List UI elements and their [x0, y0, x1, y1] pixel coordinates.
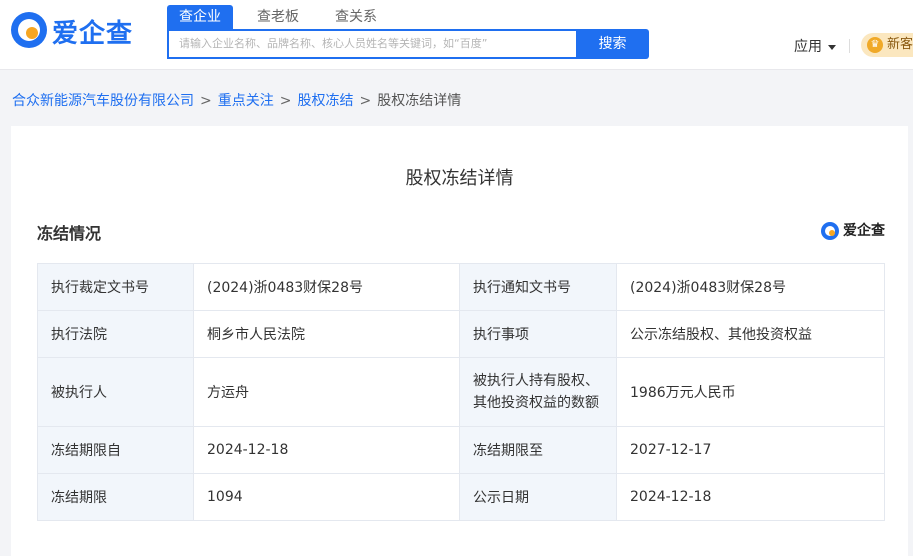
table-cell-label: 执行事项	[459, 310, 617, 358]
breadcrumb: 合众新能源汽车股份有限公司 > 重点关注 > 股权冻结 > 股权冻结详情	[12, 90, 461, 110]
app-menu-dropdown[interactable]: 应用	[794, 36, 836, 56]
top-header: 爱企查 查企业 查老板 查关系 请输入企业名称、品牌名称、核心人员姓名等关键词，…	[0, 0, 913, 70]
table-row: 被执行人 方运舟 被执行人持有股权、 其他投资权益的数额 1986万元人民币	[37, 357, 885, 427]
new-user-badge[interactable]: ♛ 新客	[861, 33, 913, 57]
table-cell-label: 公示日期	[459, 473, 617, 521]
table-cell-value: 1986万元人民币	[616, 357, 885, 427]
detail-card: 股权冻结详情 冻结情况 爱企查 执行裁定文书号 (2024)浙0483财保28号…	[11, 126, 908, 556]
app-menu-label: 应用	[794, 39, 822, 55]
table-cell-label: 执行法院	[37, 310, 194, 358]
crown-icon: ♛	[867, 37, 883, 53]
tab-relation[interactable]: 查关系	[323, 5, 389, 30]
header-divider	[849, 39, 850, 53]
aiqicha-mini-logo-icon	[821, 222, 839, 240]
table-row: 冻结期限自 2024-12-18 冻结期限至 2027-12-17	[37, 426, 885, 474]
table-cell-value: 桐乡市人民法院	[193, 310, 460, 358]
tab-company[interactable]: 查企业	[167, 5, 233, 30]
chevron-down-icon	[828, 44, 836, 50]
breadcrumb-separator: >	[359, 93, 372, 109]
table-cell-label: 执行裁定文书号	[37, 263, 194, 311]
table-cell-value: 方运舟	[193, 357, 460, 427]
table-cell-label-wrapped: 被执行人持有股权、 其他投资权益的数额	[459, 357, 617, 427]
tab-boss[interactable]: 查老板	[245, 5, 311, 30]
table-row: 执行裁定文书号 (2024)浙0483财保28号 执行通知文书号 (2024)浙…	[37, 263, 885, 311]
table-cell-value: 1094	[193, 473, 460, 521]
page-title: 股权冻结详情	[405, 168, 514, 189]
label-line: 被执行人持有股权、	[473, 373, 599, 389]
table-cell-value: 公示冻结股权、其他投资权益	[616, 310, 885, 358]
table-cell-label: 冻结期限至	[459, 426, 617, 474]
table-cell-label: 执行通知文书号	[459, 263, 617, 311]
freeze-info-table: 执行裁定文书号 (2024)浙0483财保28号 执行通知文书号 (2024)浙…	[37, 263, 885, 521]
breadcrumb-current: 股权冻结详情	[377, 93, 462, 109]
section-title: 冻结情况	[37, 224, 102, 243]
watermark-logo: 爱企查	[821, 221, 885, 241]
label-line: 其他投资权益的数额	[473, 395, 599, 411]
table-cell-value: 2024-12-18	[616, 473, 885, 521]
aiqicha-logo-icon[interactable]	[11, 12, 47, 48]
watermark-logo-text: 爱企查	[843, 223, 885, 239]
table-cell-value: (2024)浙0483财保28号	[616, 263, 885, 311]
table-cell-value: 2024-12-18	[193, 426, 460, 474]
search-input[interactable]: 请输入企业名称、品牌名称、核心人员姓名等关键词，如“百度”	[167, 29, 577, 59]
table-row: 执行法院 桐乡市人民法院 执行事项 公示冻结股权、其他投资权益	[37, 310, 885, 358]
breadcrumb-company[interactable]: 合众新能源汽车股份有限公司	[12, 93, 194, 109]
new-user-badge-label: 新客	[887, 37, 913, 52]
table-cell-value: 2027-12-17	[616, 426, 885, 474]
table-row: 冻结期限 1094 公示日期 2024-12-18	[37, 473, 885, 521]
logo-text[interactable]: 爱企查	[52, 13, 133, 50]
table-cell-label: 被执行人	[37, 357, 194, 427]
breadcrumb-separator: >	[279, 93, 292, 109]
breadcrumb-focus[interactable]: 重点关注	[218, 93, 274, 109]
search-button[interactable]: 搜索	[576, 29, 649, 59]
breadcrumb-separator: >	[200, 93, 212, 109]
table-cell-value: (2024)浙0483财保28号	[193, 263, 460, 311]
table-cell-label: 冻结期限自	[37, 426, 194, 474]
table-cell-label: 冻结期限	[37, 473, 194, 521]
breadcrumb-equity-freeze[interactable]: 股权冻结	[297, 93, 353, 109]
